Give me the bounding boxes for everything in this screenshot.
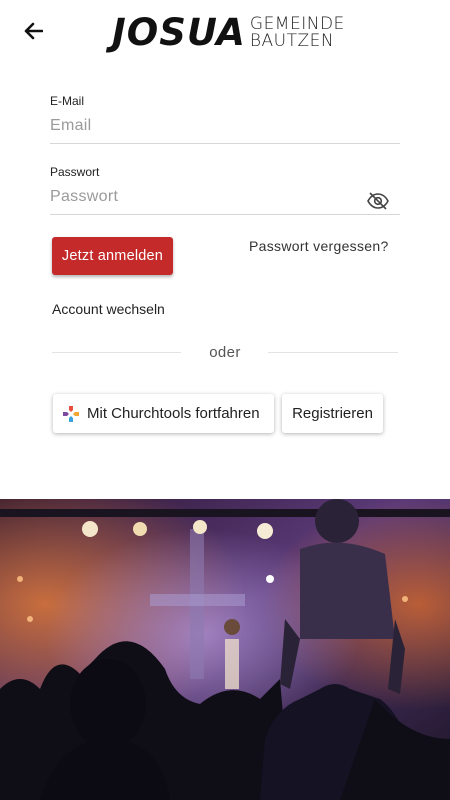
register-button[interactable]: Registrieren: [282, 394, 383, 433]
switch-account-link[interactable]: Account wechseln: [52, 301, 165, 317]
forgot-password-link[interactable]: Passwort vergessen?: [249, 238, 389, 254]
divider-right: [268, 352, 398, 353]
back-button[interactable]: [18, 18, 48, 44]
hero-concert-photo: [0, 499, 450, 800]
logo-subtitle: GEMEINDE BAUTZEN: [250, 16, 345, 50]
concert-illustration: [0, 499, 450, 800]
churchtools-button[interactable]: Mit Churchtools fortfahren: [53, 394, 274, 433]
church-logo: JOSUA GEMEINDE BAUTZEN: [112, 13, 345, 53]
app-header: JOSUA GEMEINDE BAUTZEN: [0, 0, 450, 64]
logo-main-text: JOSUA: [112, 11, 246, 54]
password-label: Passwort: [50, 165, 100, 179]
login-button[interactable]: Jetzt anmelden: [52, 237, 173, 275]
churchtools-button-label: Mit Churchtools fortfahren: [87, 405, 260, 422]
arrow-left-icon: [24, 22, 43, 40]
email-input[interactable]: [50, 108, 400, 144]
churchtools-logo-icon: [63, 405, 79, 422]
eye-off-icon[interactable]: [366, 189, 390, 213]
email-label: E-Mail: [50, 94, 85, 108]
email-field-group: E-Mail: [50, 94, 400, 144]
password-field-group: Passwort: [50, 165, 400, 215]
password-input[interactable]: [50, 179, 400, 215]
logo-line-2: BAUTZEN: [249, 31, 335, 51]
